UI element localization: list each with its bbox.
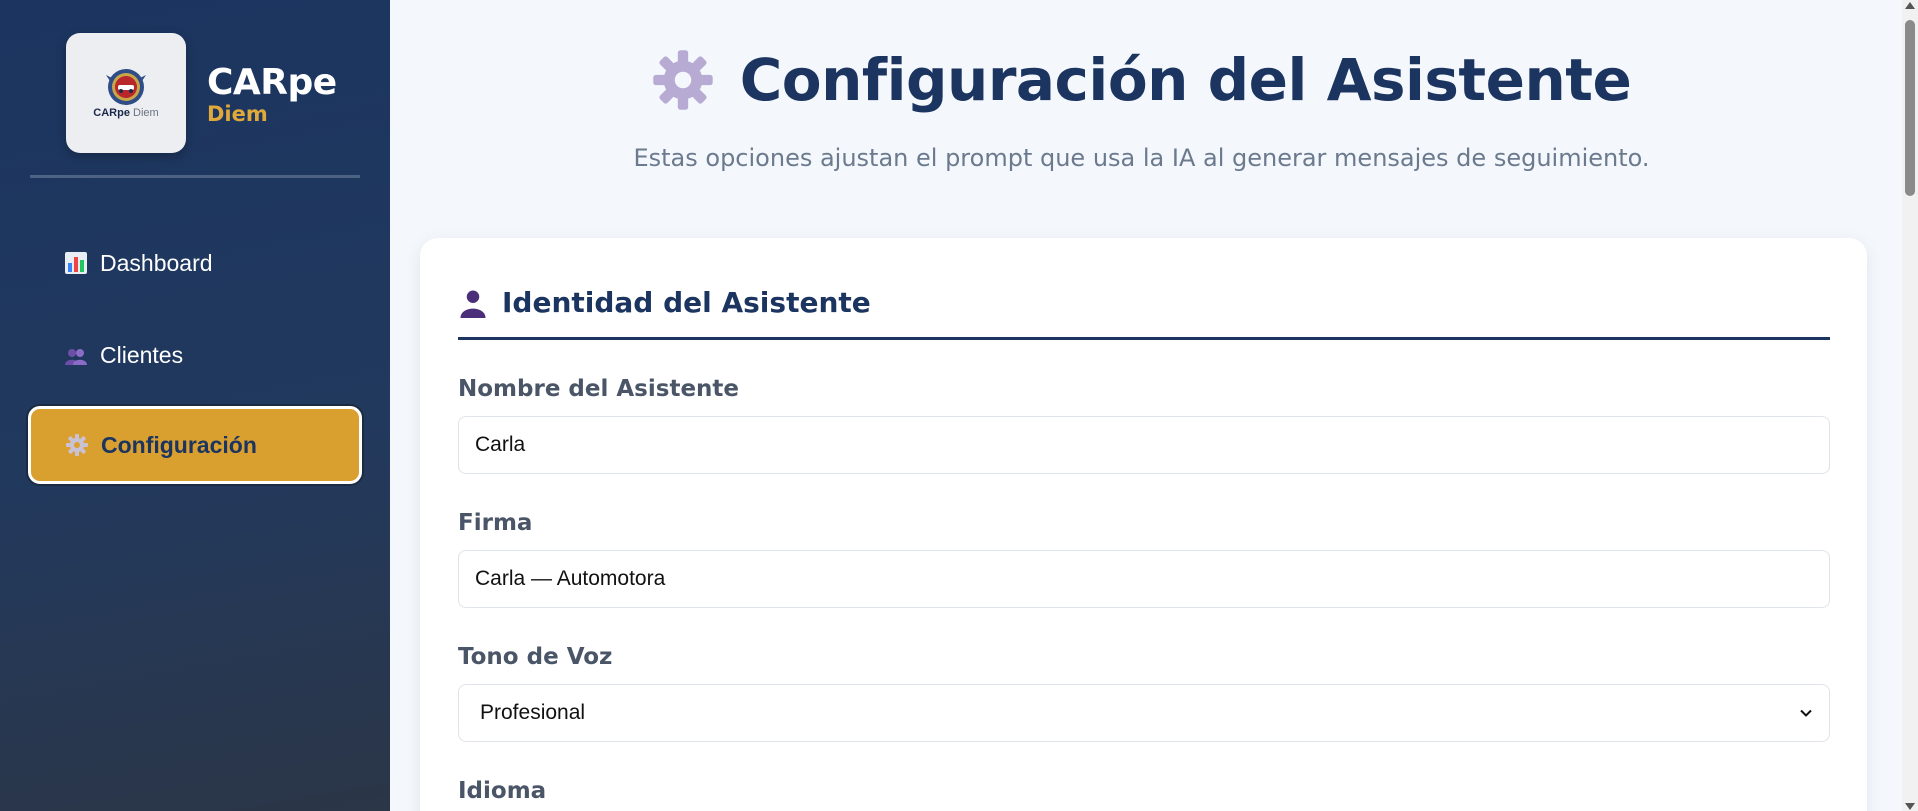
page-subtitle: Estas opciones ajustan el prompt que usa… — [633, 144, 1650, 172]
tone-selected-value: Profesional — [480, 701, 586, 724]
scroll-down-icon[interactable] — [1905, 803, 1915, 810]
logo-text-primary: CARpe — [93, 107, 130, 119]
sidebar-divider — [30, 175, 360, 178]
assistant-name-value: Carla — [475, 433, 526, 456]
bar-chart-icon — [65, 252, 87, 274]
assistant-name-label: Nombre del Asistente — [458, 376, 740, 402]
page-header: Configuración del Asistente — [390, 40, 1893, 120]
page-title: Configuración del Asistente — [739, 46, 1632, 114]
main-content: Configuración del Asistente Estas opcion… — [390, 0, 1902, 811]
section-header: Identidad del Asistente — [458, 282, 1830, 340]
signature-value: Carla — Automotora — [475, 567, 666, 590]
sidebar-item-label: Clientes — [100, 341, 184, 368]
tone-select[interactable]: Profesional — [458, 684, 1830, 742]
chevron-down-icon — [1800, 709, 1812, 717]
scrollbar-thumb[interactable] — [1905, 20, 1915, 196]
sidebar-item-label: Configuración — [101, 431, 257, 458]
tone-label: Tono de Voz — [458, 644, 613, 670]
gear-icon — [66, 434, 88, 456]
logo[interactable]: CARpe Diem — [66, 33, 186, 153]
brand-title: CARpe — [207, 62, 337, 103]
scroll-up-icon[interactable] — [1905, 2, 1915, 9]
settings-card: Identidad del Asistente Nombre del Asist… — [420, 238, 1867, 811]
sidebar-item-label: Dashboard — [100, 249, 213, 276]
sidebar-item-dashboard[interactable]: Dashboard — [30, 224, 360, 302]
person-icon — [460, 290, 486, 318]
sidebar-item-configuracion[interactable]: Configuración — [28, 406, 362, 484]
language-label: Idioma — [458, 778, 547, 804]
sidebar-item-clientes[interactable]: Clientes — [30, 316, 360, 394]
sidebar: CARpe Diem CARpe Diem Dashboard Clientes — [0, 0, 390, 811]
signature-label: Firma — [458, 510, 533, 536]
section-title: Identidad del Asistente — [502, 286, 871, 319]
page-scrollbar[interactable] — [1902, 0, 1918, 811]
brand-subtitle: Diem — [207, 102, 268, 126]
assistant-name-input[interactable]: Carla — [458, 416, 1830, 474]
signature-input[interactable]: Carla — Automotora — [458, 550, 1830, 608]
logo-text: CARpe Diem — [66, 107, 186, 119]
car-badge-logo-icon — [106, 69, 146, 105]
gear-icon — [652, 50, 713, 110]
users-icon — [65, 349, 87, 365]
logo-text-secondary: Diem — [133, 107, 159, 119]
